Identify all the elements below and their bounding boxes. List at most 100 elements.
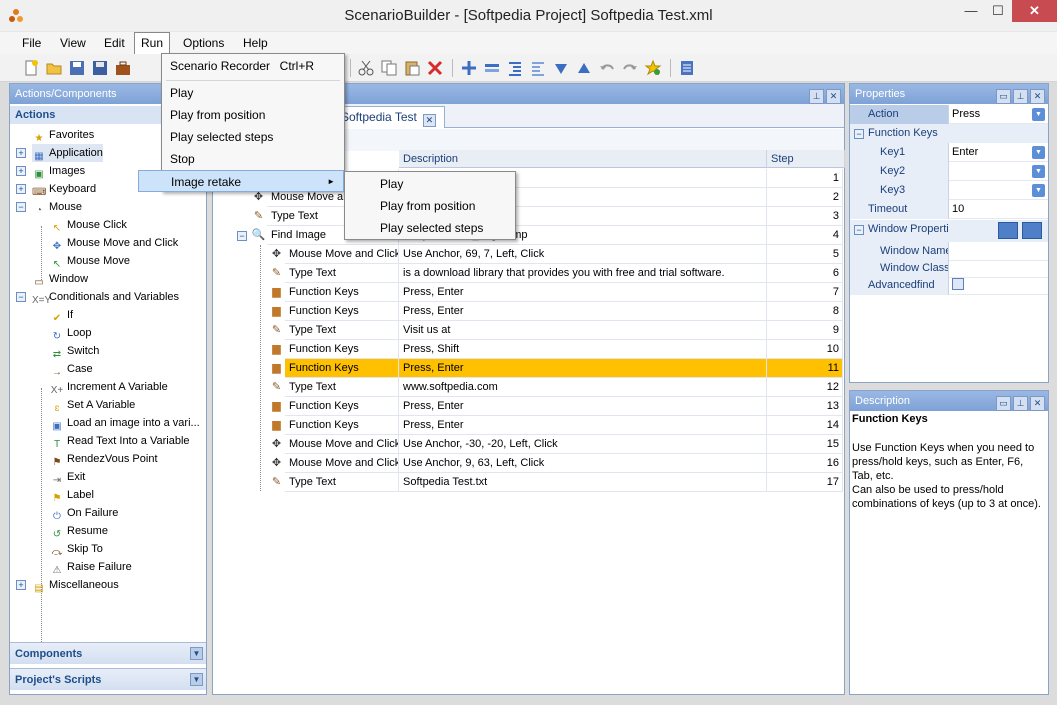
tab-softpedia-test[interactable]: Softpedia Test ✕: [328, 106, 445, 128]
prop-timeout[interactable]: Timeout 10: [850, 200, 1048, 219]
cut-icon[interactable]: [357, 59, 375, 77]
menu-scenario-recorder[interactable]: Scenario Recorder Ctrl+R: [162, 55, 344, 77]
prop-key2[interactable]: Key2 ▼: [850, 162, 1048, 181]
undo-icon[interactable]: [598, 59, 616, 77]
step-description-cell[interactable]: is a download library that provides you …: [399, 264, 767, 283]
tree-item-if[interactable]: ✔ If: [50, 306, 73, 324]
step-name-cell[interactable]: Type Text: [285, 473, 399, 492]
table-row[interactable]: ▆ Function Keys Press, Enter 13: [213, 397, 844, 416]
menu-play-selected-steps[interactable]: Play selected steps: [162, 126, 344, 148]
prop-key1[interactable]: Key1 Enter ▼: [850, 143, 1048, 162]
collapse-icon[interactable]: −: [854, 129, 864, 139]
menu-options[interactable]: Options: [177, 32, 230, 54]
tree-item-load-an-image-into-a-vari[interactable]: ▣ Load an image into a vari...: [50, 414, 199, 432]
table-row[interactable]: −🔍Find ImageSoftpedia Test_Img1.bmp4: [213, 226, 844, 245]
tree-item-mouse-click[interactable]: ↖ Mouse Click: [50, 216, 127, 234]
step-name-cell[interactable]: Mouse Move and Click: [285, 245, 399, 264]
tree-item-application[interactable]: ▦ Application: [32, 144, 103, 162]
new-icon[interactable]: [22, 59, 40, 77]
close-button[interactable]: ✕: [1012, 0, 1057, 22]
insert-step-icon[interactable]: [483, 59, 501, 77]
outdent-icon[interactable]: [529, 59, 547, 77]
step-description-cell[interactable]: Press, Enter: [399, 302, 767, 321]
step-name-cell[interactable]: Function Keys: [285, 359, 399, 378]
step-description-cell[interactable]: Press, Shift: [399, 340, 767, 359]
collapse-icon[interactable]: −: [16, 202, 26, 212]
table-row[interactable]: ▆ Function Keys Press, Enter 11: [213, 359, 844, 378]
minimize-icon[interactable]: ▭: [996, 396, 1011, 411]
minimize-icon[interactable]: ▭: [996, 89, 1011, 104]
table-row[interactable]: ✎ Type Text 3: [213, 207, 844, 226]
prop-advanced-find-value[interactable]: [950, 276, 1048, 295]
close-icon[interactable]: ✕: [826, 89, 841, 104]
menu-image-retake[interactable]: Image retake ►: [138, 170, 344, 192]
menu-stop[interactable]: Stop: [162, 148, 344, 170]
tree-item-read-text-into-a-variable[interactable]: T Read Text Into a Variable: [50, 432, 190, 450]
submenu-play[interactable]: Play: [345, 173, 515, 195]
prop-key3[interactable]: Key3 ▼: [850, 181, 1048, 200]
tree-item-favorites[interactable]: ★ Favorites: [32, 126, 95, 144]
pin-icon[interactable]: ⊥: [1013, 89, 1028, 104]
collapse-icon[interactable]: −: [854, 225, 864, 235]
table-row[interactable]: ✥ Mouse Move and Click Use Anchor, -30, -2…: [213, 435, 844, 454]
briefcase-icon[interactable]: [114, 59, 132, 77]
prop-category-function-keys[interactable]: − Function Keys: [850, 124, 1048, 143]
step-description-cell[interactable]: Press, Enter: [399, 283, 767, 302]
tab-close-icon[interactable]: ✕: [422, 114, 436, 127]
submenu-play-from-position[interactable]: Play from position: [345, 195, 515, 217]
table-row[interactable]: ▆ Function Keys Press, Enter 14: [213, 416, 844, 435]
tree-item-raise-failure[interactable]: ⚠ Raise Failure: [50, 558, 132, 576]
table-row[interactable]: ✎ Type Text is a download library that pro…: [213, 264, 844, 283]
step-name-cell[interactable]: Type Text: [285, 378, 399, 397]
table-row[interactable]: ✎ Type Text Visit us at 9: [213, 321, 844, 340]
step-name-cell[interactable]: Function Keys: [285, 397, 399, 416]
tree-item-switch[interactable]: ⇄ Switch: [50, 342, 100, 360]
expand-icon[interactable]: +: [16, 148, 26, 158]
components-section[interactable]: Components ▼: [10, 642, 206, 664]
step-description-cell[interactable]: Softpedia Test.txt: [399, 473, 767, 492]
step-description-cell[interactable]: www.softpedia.com: [399, 378, 767, 397]
minimize-button[interactable]: —: [958, 0, 984, 22]
move-up-icon[interactable]: [575, 59, 593, 77]
tree-item-resume[interactable]: ↺ Resume: [50, 522, 108, 540]
dropdown-icon[interactable]: ▼: [1032, 184, 1045, 197]
expand-icon[interactable]: +: [16, 166, 26, 176]
save-all-icon[interactable]: [91, 59, 109, 77]
open-icon[interactable]: [45, 59, 63, 77]
menu-help[interactable]: Help: [237, 32, 274, 54]
step-description-cell[interactable]: Press, Enter: [399, 359, 767, 378]
indent-icon[interactable]: [506, 59, 524, 77]
paste-icon[interactable]: [403, 59, 421, 77]
submenu-play-selected-steps[interactable]: Play selected steps: [345, 217, 515, 239]
tree-item-increment-a-variable[interactable]: X+ Increment A Variable: [50, 378, 168, 396]
tree-item-images[interactable]: ▣ Images: [32, 162, 85, 180]
step-description-cell[interactable]: Press, Enter: [399, 397, 767, 416]
close-icon[interactable]: ✕: [1030, 89, 1045, 104]
step-description-cell[interactable]: Visit us at: [399, 321, 767, 340]
maximize-button[interactable]: ☐: [984, 0, 1012, 22]
menu-play-from-position[interactable]: Play from position: [162, 104, 344, 126]
collapse-icon[interactable]: −: [16, 292, 26, 302]
step-name-cell[interactable]: Type Text: [285, 264, 399, 283]
step-name-cell[interactable]: Type Text: [285, 321, 399, 340]
close-icon[interactable]: ✕: [1030, 396, 1045, 411]
table-row[interactable]: ✎ Type Text Softpedia Test.txt 17: [213, 473, 844, 492]
dropdown-icon[interactable]: ▼: [1032, 165, 1045, 178]
table-row[interactable]: ▆ Function Keys Press, Shift 10: [213, 340, 844, 359]
project-scripts-section[interactable]: Project's Scripts ▼: [10, 668, 206, 690]
dropdown-icon[interactable]: ▼: [1032, 108, 1045, 121]
menu-play[interactable]: Play: [162, 82, 344, 104]
tree-item-exit[interactable]: ⇥ Exit: [50, 468, 86, 486]
table-row[interactable]: ✥ Mouse Move and Click Use Anchor, 69, 7, …: [213, 245, 844, 264]
tree-item-label[interactable]: ⚑ Label: [50, 486, 94, 504]
expand-icon[interactable]: +: [16, 184, 26, 194]
dropdown-icon[interactable]: ▼: [1032, 146, 1045, 159]
table-row[interactable]: ▆ Function Keys Press, Enter 8: [213, 302, 844, 321]
tree-item-on-failure[interactable]: ⏻ On Failure: [50, 504, 118, 522]
step-description-cell[interactable]: Use Anchor, -30, -20, Left, Click: [399, 435, 767, 454]
prop-advanced-find[interactable]: Advancedfind: [850, 276, 1048, 295]
collapse-icon[interactable]: −: [237, 231, 247, 241]
menu-run[interactable]: Run: [134, 32, 171, 54]
pin-icon[interactable]: ⊥: [809, 89, 824, 104]
step-name-cell[interactable]: Mouse Move and Click: [285, 454, 399, 473]
